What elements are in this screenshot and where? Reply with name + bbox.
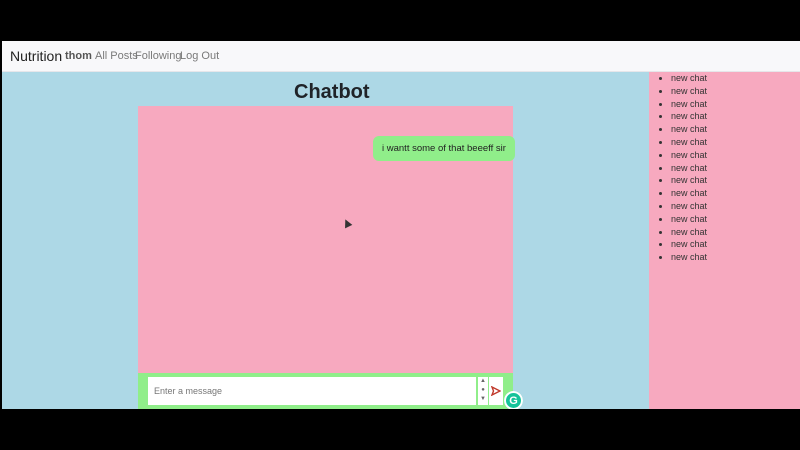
sidebar-item-new-chat[interactable]: new chat <box>671 136 800 149</box>
sidebar-item-new-chat[interactable]: new chat <box>671 110 800 123</box>
message-input-bar: ▲●▼ <box>138 373 513 409</box>
sidebar-item-new-chat[interactable]: new chat <box>671 162 800 175</box>
chat-messages-panel[interactable]: i wantt some of that beeeff sir <box>138 106 515 373</box>
page-title: Chatbot <box>294 81 370 103</box>
sidebar-item-new-chat[interactable]: new chat <box>671 85 800 98</box>
sidebar-item-new-chat[interactable]: new chat <box>671 251 800 264</box>
navbar: Nutrition thom All Posts Following Log O… <box>2 41 800 72</box>
sidebar-item-new-chat[interactable]: new chat <box>671 226 800 239</box>
nav-log-out[interactable]: Log Out <box>180 50 219 62</box>
browser-viewport: Nutrition thom All Posts Following Log O… <box>2 41 800 409</box>
sidebar-item-new-chat[interactable]: new chat <box>671 98 800 111</box>
grammarly-icon[interactable]: G <box>504 391 523 409</box>
sidebar-item-new-chat[interactable]: new chat <box>671 149 800 162</box>
chat-history-sidebar: new chatnew chatnew chatnew chatnew chat… <box>649 72 800 409</box>
nav-username[interactable]: thom <box>65 50 92 62</box>
sidebar-item-new-chat[interactable]: new chat <box>671 200 800 213</box>
sidebar-item-new-chat[interactable]: new chat <box>671 213 800 226</box>
user-message-bubble: i wantt some of that beeeff sir <box>373 136 515 161</box>
nav-all-posts[interactable]: All Posts <box>95 50 138 62</box>
nav-following[interactable]: Following <box>135 50 181 62</box>
sidebar-item-new-chat[interactable]: new chat <box>671 174 800 187</box>
chat-history-list: new chatnew chatnew chatnew chatnew chat… <box>649 72 800 264</box>
mouse-cursor-icon <box>341 217 353 229</box>
brand-link[interactable]: Nutrition <box>10 48 62 64</box>
sidebar-item-new-chat[interactable]: new chat <box>671 72 800 85</box>
sidebar-item-new-chat[interactable]: new chat <box>671 238 800 251</box>
sidebar-item-new-chat[interactable]: new chat <box>671 187 800 200</box>
message-input[interactable] <box>148 377 476 405</box>
stepper-icon[interactable]: ▲ ● ▼ <box>478 377 488 405</box>
sidebar-item-new-chat[interactable]: new chat <box>671 123 800 136</box>
send-icon <box>491 386 501 396</box>
send-button[interactable] <box>489 377 503 405</box>
